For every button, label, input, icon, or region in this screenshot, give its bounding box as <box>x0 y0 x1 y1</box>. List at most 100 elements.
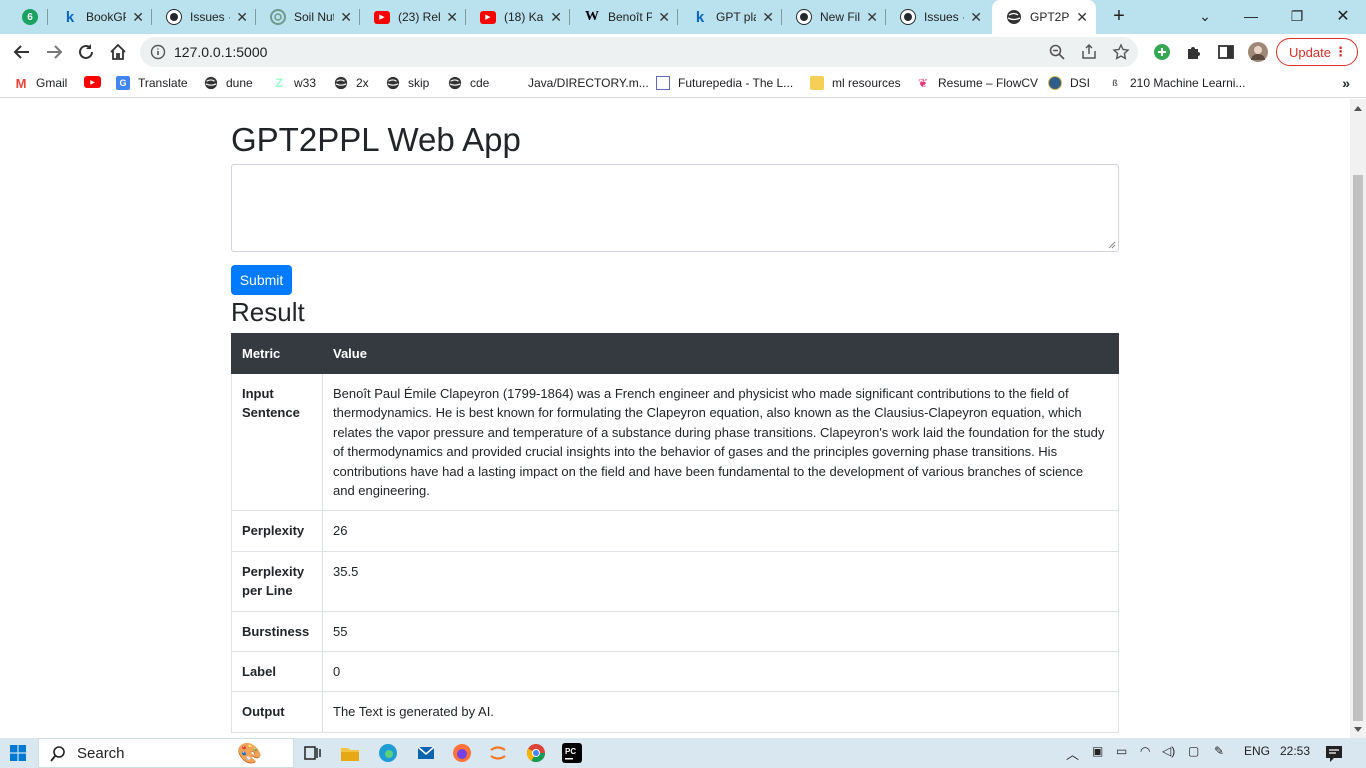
teams-icon[interactable]: ▣ <box>1092 744 1103 758</box>
table-row: Output The Text is generated by AI. <box>231 691 1119 733</box>
pen-icon[interactable]: ✎ <box>1214 744 1224 758</box>
bookmark-youtube[interactable]: ▶ <box>84 76 109 88</box>
clock-time[interactable]: 22:53 <box>1280 744 1310 758</box>
zoom-icon[interactable] <box>1048 43 1066 61</box>
new-tab-button[interactable]: + <box>1108 5 1130 27</box>
value-cell: 0 <box>322 651 1119 693</box>
reload-button[interactable] <box>74 40 98 64</box>
window-close-button[interactable]: ✕ <box>1320 0 1366 32</box>
side-panel-icon[interactable] <box>1216 42 1236 62</box>
bookmark-ml-resources[interactable]: ml resources <box>810 76 901 90</box>
close-tab-icon[interactable]: ✕ <box>866 9 878 26</box>
taskbar-search-box[interactable]: Search 🎨 <box>38 738 294 768</box>
bookmark-flowcv[interactable]: ❦ Resume – FlowCV <box>916 76 1038 90</box>
firefox-icon[interactable] <box>452 743 472 763</box>
youtube-icon: ▶ <box>480 10 496 24</box>
bookmark-dsi[interactable]: DSI <box>1048 76 1090 90</box>
resize-grip-icon[interactable] <box>1108 241 1116 249</box>
tab-title: Issues · <box>190 10 231 24</box>
back-button[interactable] <box>10 40 34 64</box>
tray-chevron-up-icon[interactable]: ︿ <box>1066 744 1079 763</box>
tab-soil-nutr[interactable]: Soil Nutr ✕ <box>256 0 360 34</box>
close-tab-icon[interactable]: ✕ <box>1076 9 1088 26</box>
pycharm-icon[interactable]: PC <box>562 743 582 763</box>
tab-bookgpt[interactable]: k BookGPT ✕ <box>48 0 152 34</box>
address-bar[interactable]: 127.0.0.1:5000 <box>140 37 1138 67</box>
tab-search-chevron-icon[interactable]: ⌄ <box>1182 0 1228 32</box>
close-tab-icon[interactable]: ✕ <box>762 9 774 26</box>
kaggle-icon: k <box>65 8 75 26</box>
mail-icon[interactable] <box>416 743 436 763</box>
jupyter-icon[interactable] <box>488 743 508 763</box>
home-button[interactable] <box>106 40 130 64</box>
close-tab-icon[interactable]: ✕ <box>550 9 562 26</box>
youtube-icon: ▶ <box>374 10 390 24</box>
notifications-icon[interactable] <box>1324 743 1344 763</box>
bookmark-2x[interactable]: 2x <box>334 76 369 90</box>
submit-button[interactable]: Submit <box>231 265 292 295</box>
close-tab-icon[interactable]: ✕ <box>340 9 352 26</box>
bookmark-java-directory[interactable]: Java/DIRECTORY.m... <box>528 76 649 90</box>
tab-title: Soil Nutr <box>294 10 334 24</box>
wifi-icon[interactable]: ◠ <box>1140 744 1150 758</box>
tab-issues-1[interactable]: Issues · ✕ <box>152 0 256 34</box>
close-tab-icon[interactable]: ✕ <box>970 9 982 26</box>
page-scrollbar[interactable] <box>1350 99 1366 739</box>
bookmark-skip[interactable]: skip <box>386 76 429 90</box>
tab-gpt2ppl-active[interactable]: GPT2PPL ✕ <box>992 0 1096 34</box>
tab-youtube-18[interactable]: ▶ (18) Kau ✕ <box>466 0 570 34</box>
bookmark-w33[interactable]: Zw33 <box>272 76 316 90</box>
page-title: GPT2PPL Web App <box>231 121 521 158</box>
monitor-icon[interactable]: ▢ <box>1188 744 1199 758</box>
task-view-icon[interactable] <box>302 743 322 763</box>
github-icon <box>166 9 182 25</box>
tab-title: New File <box>820 10 861 24</box>
tab-whatsapp[interactable]: 6 <box>8 0 48 34</box>
bookmark-cde[interactable]: cde <box>448 76 489 90</box>
close-tab-icon[interactable]: ✕ <box>446 9 458 26</box>
profile-avatar[interactable] <box>1248 42 1268 62</box>
text-input-area[interactable] <box>231 164 1119 252</box>
tab-new-file[interactable]: New File ✕ <box>782 0 886 34</box>
windows-start-icon[interactable] <box>10 745 26 761</box>
minimize-button[interactable]: — <box>1228 0 1274 32</box>
more-bookmarks-chevron-icon[interactable]: » <box>1342 75 1350 91</box>
url-text[interactable]: 127.0.0.1:5000 <box>174 44 267 60</box>
bookmark-210-ml[interactable]: ß 210 Machine Learni... <box>1108 76 1245 90</box>
bookmark-dune[interactable]: dune <box>204 76 253 90</box>
forward-button[interactable] <box>42 40 66 64</box>
close-tab-icon[interactable]: ✕ <box>236 9 248 26</box>
chrome-icon[interactable] <box>526 743 546 763</box>
tab-benoit[interactable]: W Benoît P ✕ <box>570 0 678 34</box>
search-highlight-icon: 🎨 <box>237 743 262 765</box>
tab-gpt-pla[interactable]: k GPT pla ✕ <box>678 0 782 34</box>
share-icon[interactable] <box>1080 43 1098 61</box>
file-explorer-icon[interactable] <box>340 743 360 763</box>
tab-issues-2[interactable]: Issues · ✕ <box>886 0 990 34</box>
value-cell: Benoît Paul Émile Clapeyron (1799-1864) … <box>322 372 1119 512</box>
scroll-down-arrow-icon[interactable] <box>1354 727 1362 732</box>
battery-icon[interactable]: ▭ <box>1116 744 1127 758</box>
scroll-up-arrow-icon[interactable] <box>1354 106 1362 111</box>
restore-button[interactable]: ❐ <box>1274 0 1320 32</box>
tab-youtube-23[interactable]: ▶ (23) Rel ✕ <box>360 0 466 34</box>
volume-icon[interactable]: ◁) <box>1162 744 1175 758</box>
back-arrow-icon <box>13 45 29 59</box>
bookmark-label: 210 Machine Learni... <box>1130 76 1246 90</box>
update-button[interactable]: Update ⋮ <box>1276 38 1358 66</box>
edge-icon[interactable] <box>378 743 398 763</box>
browser-tab-strip: 6 k BookGPT ✕ Issues · ✕ Soil Nutr ✕ ▶ (… <box>0 0 1366 34</box>
metric-cell: Burstiness <box>231 610 323 653</box>
input-language[interactable]: ENG <box>1244 744 1270 758</box>
close-tab-icon[interactable]: ✕ <box>132 9 144 26</box>
extensions-puzzle-icon[interactable] <box>1184 42 1204 62</box>
table-row: Label 0 <box>231 651 1119 693</box>
site-info-icon[interactable] <box>150 44 166 60</box>
bookmark-translate[interactable]: G Translate <box>116 76 188 90</box>
bookmark-star-icon[interactable] <box>1112 43 1130 61</box>
close-tab-icon[interactable]: ✕ <box>658 9 670 26</box>
scrollbar-thumb[interactable] <box>1353 175 1363 721</box>
bookmark-gmail[interactable]: M Gmail <box>14 76 68 91</box>
bookmark-futurepedia[interactable]: Futurepedia - The L... <box>656 76 793 90</box>
extension-green-icon[interactable] <box>1152 42 1172 62</box>
